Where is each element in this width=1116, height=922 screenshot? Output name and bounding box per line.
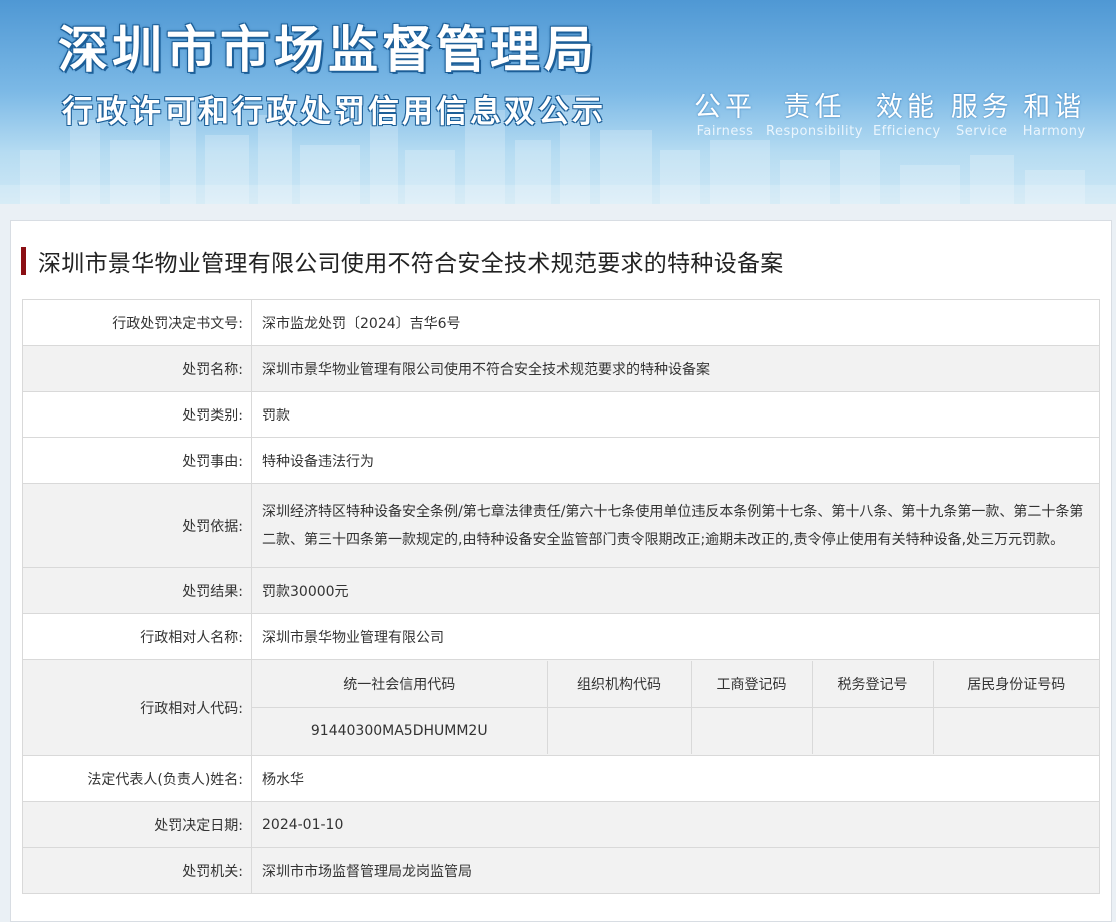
row-value: 深圳市景华物业管理有限公司使用不符合安全技术规范要求的特种设备案	[251, 345, 1100, 392]
table-row: 处罚类别: 罚款	[22, 391, 1100, 438]
motto-en: Efficiency	[872, 124, 941, 139]
motto-cn: 效能	[875, 92, 938, 123]
site-subtitle: 行政许可和行政处罚信用信息双公示	[62, 94, 606, 130]
row-label: 处罚名称:	[22, 345, 252, 392]
motto-item: 责任 Responsibility	[766, 92, 863, 140]
row-label: 处罚事由:	[22, 437, 252, 484]
row-label: 处罚依据:	[22, 483, 252, 568]
motto-item: 服务 Service	[951, 92, 1013, 140]
row-value: 深圳市市场监督管理局龙岗监管局	[251, 847, 1100, 894]
party-code-table: 统一社会信用代码 组织机构代码 工商登记码 税务登记号 居民身份证号码 9144…	[252, 661, 1099, 754]
code-header-row: 统一社会信用代码 组织机构代码 工商登记码 税务登记号 居民身份证号码	[252, 661, 1099, 708]
motto-cn: 服务	[950, 92, 1013, 123]
table-row: 行政相对人名称: 深圳市景华物业管理有限公司	[22, 613, 1100, 660]
motto-item: 公平 Fairness	[694, 92, 756, 140]
motto-en: Harmony	[1022, 124, 1086, 139]
row-label: 处罚机关:	[22, 847, 252, 894]
code-header: 工商登记码	[690, 661, 813, 708]
motto-en: Fairness	[696, 124, 754, 139]
code-value	[690, 707, 813, 754]
content-panel: 深圳市景华物业管理有限公司使用不符合安全技术规范要求的特种设备案 行政处罚决定书…	[10, 220, 1112, 922]
page-title-text: 深圳市景华物业管理有限公司使用不符合安全技术规范要求的特种设备案	[38, 251, 784, 277]
row-label: 行政相对人代码:	[22, 659, 252, 756]
code-value	[546, 707, 692, 754]
motto-item: 和谐 Harmony	[1023, 92, 1086, 140]
row-value: 深圳市景华物业管理有限公司	[251, 613, 1100, 660]
row-label: 行政处罚决定书文号:	[22, 299, 252, 346]
row-label: 法定代表人(负责人)姓名:	[22, 755, 252, 802]
code-value: 91440300MA5DHUMM2U	[252, 707, 548, 754]
row-label: 处罚类别:	[22, 391, 252, 438]
table-row: 处罚依据: 深圳经济特区特种设备安全条例/第七章法律责任/第六十七条使用单位违反…	[22, 483, 1100, 568]
row-value: 2024-01-10	[251, 801, 1100, 848]
motto-cn: 责任	[783, 92, 846, 123]
row-value: 罚款	[251, 391, 1100, 438]
motto-list: 公平 Fairness 责任 Responsibility 效能 Efficie…	[694, 92, 1096, 140]
page-title: 深圳市景华物业管理有限公司使用不符合安全技术规范要求的特种设备案	[21, 245, 784, 277]
table-row: 法定代表人(负责人)姓名: 杨水华	[22, 755, 1100, 802]
code-value	[932, 707, 1099, 754]
table-row: 处罚结果: 罚款30000元	[22, 567, 1100, 614]
penalty-info-table: 行政处罚决定书文号: 深市监龙处罚〔2024〕吉华6号 处罚名称: 深圳市景华物…	[22, 299, 1100, 894]
motto-item: 效能 Efficiency	[873, 92, 941, 140]
table-row: 行政处罚决定书文号: 深市监龙处罚〔2024〕吉华6号	[22, 299, 1100, 346]
code-header: 统一社会信用代码	[252, 661, 548, 708]
table-row: 处罚名称: 深圳市景华物业管理有限公司使用不符合安全技术规范要求的特种设备案	[22, 345, 1100, 392]
row-value: 罚款30000元	[251, 567, 1100, 614]
motto-cn: 公平	[694, 92, 756, 123]
row-value: 特种设备违法行为	[251, 437, 1100, 484]
table-row: 处罚决定日期: 2024-01-10	[22, 801, 1100, 848]
table-row: 处罚事由: 特种设备违法行为	[22, 437, 1100, 484]
row-value: 深圳经济特区特种设备安全条例/第七章法律责任/第六十七条使用单位违反本条例第十七…	[251, 483, 1100, 568]
row-value: 深市监龙处罚〔2024〕吉华6号	[251, 299, 1100, 346]
header-banner: 深圳市市场监督管理局 行政许可和行政处罚信用信息双公示 公平 Fairness …	[0, 0, 1116, 204]
party-code-cell: 统一社会信用代码 组织机构代码 工商登记码 税务登记号 居民身份证号码 9144…	[251, 659, 1100, 756]
table-row: 行政相对人代码: 统一社会信用代码 组织机构代码 工商登记码 税务登记号 居民身…	[22, 659, 1100, 756]
code-header: 居民身份证号码	[932, 661, 1099, 708]
row-label: 行政相对人名称:	[22, 613, 252, 660]
row-value: 杨水华	[251, 755, 1100, 802]
code-value	[811, 707, 934, 754]
row-label: 处罚决定日期:	[22, 801, 252, 848]
motto-en: Service	[955, 124, 1008, 139]
motto-cn: 和谐	[1023, 92, 1086, 123]
code-header: 税务登记号	[811, 661, 934, 708]
row-label: 处罚结果:	[22, 567, 252, 614]
agency-title: 深圳市市场监督管理局	[58, 21, 598, 79]
table-row: 处罚机关: 深圳市市场监督管理局龙岗监管局	[22, 847, 1100, 894]
motto-en: Responsibility	[766, 124, 863, 139]
title-accent-bar	[21, 247, 26, 275]
code-value-row: 91440300MA5DHUMM2U	[252, 707, 1099, 754]
code-header: 组织机构代码	[546, 661, 692, 708]
